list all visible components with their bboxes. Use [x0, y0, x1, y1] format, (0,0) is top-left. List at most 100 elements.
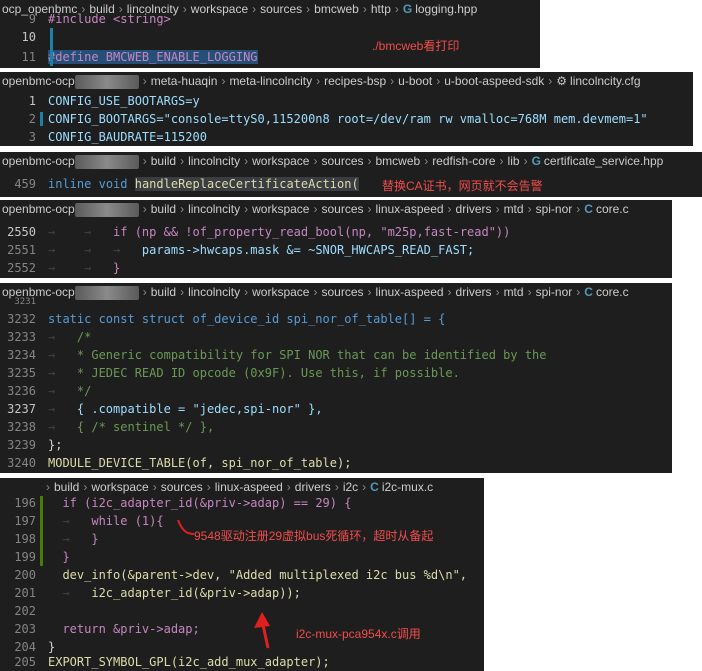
- line-number: 2: [28, 112, 36, 126]
- c-file-icon: C: [584, 202, 593, 216]
- chevron-right-icon: ›: [313, 154, 318, 168]
- breadcrumb-file[interactable]: core.c: [596, 202, 629, 216]
- annotation-note: ./bmcweb看打印: [372, 39, 460, 53]
- editor-panel-certificate: openbmc-ocp › build › lincolncity › workspace ›…: [0, 152, 702, 197]
- code-line[interactable]: 3236 → */: [0, 382, 672, 400]
- chevron-right-icon: ›: [548, 74, 553, 88]
- chevron-right-icon: ›: [523, 154, 528, 168]
- line-number: 3238: [7, 420, 36, 434]
- code-line[interactable]: 3235 → * JEDEC READ ID opcode (0x9F). Use…: [0, 364, 672, 382]
- chevron-right-icon: ›: [527, 202, 532, 216]
- breadcrumb-item[interactable]: build: [151, 154, 176, 168]
- line-number: 3240: [7, 456, 36, 470]
- code-line[interactable]: 3233 → /*: [0, 328, 672, 346]
- breadcrumb-item[interactable]: spi-nor: [536, 202, 573, 216]
- breadcrumb-item[interactable]: lib: [508, 154, 520, 168]
- breadcrumb-item[interactable]: redfish-core: [432, 154, 495, 168]
- chevron-right-icon: ›: [313, 202, 318, 216]
- redacted-block: [74, 202, 139, 217]
- line-number: 3239: [7, 438, 36, 452]
- breadcrumb-item[interactable]: u-boot: [398, 74, 432, 88]
- code-text: if (np && !of_property_read_bool(np, "m2…: [113, 225, 511, 239]
- code-comment: * Generic compatibility for SPI NOR that…: [76, 348, 547, 362]
- code-line[interactable]: 1 CONFIG_USE_BOOTARGS=y: [0, 92, 693, 110]
- breadcrumb-item[interactable]: openbmc-ocp: [2, 202, 75, 216]
- annotation-arrows: [177, 519, 270, 649]
- chevron-right-icon: ›: [499, 154, 504, 168]
- line-number: 3234: [7, 348, 36, 362]
- breadcrumb-item[interactable]: lincolncity: [188, 154, 240, 168]
- code-text: #include <string>: [48, 12, 171, 26]
- code-text: CONFIG_BAUDRATE=115200: [48, 130, 207, 144]
- editor-panel-i2c-mux: › build › workspace › sources › linux-aspeed › dr…: [0, 478, 484, 671]
- code-text: CONFIG_USE_BOOTARGS=y: [48, 94, 200, 108]
- code-line[interactable]: 3231: [0, 297, 672, 307]
- code-comment: */: [76, 384, 92, 398]
- arrow-up-icon: [254, 612, 270, 628]
- code-line[interactable]: 2 CONFIG_BOOTARGS="console=ttyS0,115200n8…: [0, 110, 693, 128]
- chevron-right-icon: ›: [367, 154, 372, 168]
- chevron-right-icon: ›: [244, 202, 249, 216]
- code-line[interactable]: 2550 → → if (np && !of_property_read_bool…: [0, 223, 672, 241]
- chevron-right-icon: ›: [142, 74, 147, 88]
- breadcrumb-item[interactable]: mtd: [504, 202, 524, 216]
- line-number: 10: [21, 30, 36, 44]
- breadcrumb-item[interactable]: u-boot-aspeed-sdk: [444, 74, 544, 88]
- code-line[interactable]: 3238 → { /* sentinel */ },: [0, 418, 672, 436]
- breadcrumb: openbmc-ocp › build › lincolncity › workspace ›…: [0, 200, 672, 218]
- code-line[interactable]: 3 CONFIG_BAUDRATE=115200: [0, 128, 693, 146]
- code-line[interactable]: 3240 MODULE_DEVICE_TABLE(of, spi_nor_of_t…: [0, 454, 672, 472]
- chevron-right-icon: ›: [142, 154, 147, 168]
- breadcrumb: openbmc-ocp › build › lincolncity › workspace ›…: [0, 152, 702, 170]
- breadcrumb-item[interactable]: openbmc-ocp: [2, 154, 75, 168]
- editor-panel-uboot-cfg: openbmc-ocp › meta-huaqin › meta-lincolncity…: [0, 72, 693, 146]
- breadcrumb-item[interactable]: drivers: [456, 202, 492, 216]
- code-comment: * JEDEC READ ID opcode (0x9F). Use this,…: [76, 366, 460, 380]
- breadcrumb-item[interactable]: meta-lincolncity: [229, 74, 312, 88]
- line-number: 3236: [7, 384, 36, 398]
- redacted-block: [74, 74, 139, 89]
- gear-icon: ⚙: [556, 74, 568, 88]
- chevron-right-icon: ›: [447, 202, 452, 216]
- breadcrumb-item[interactable]: meta-huaqin: [151, 74, 218, 88]
- line-number: 3237: [7, 402, 36, 416]
- line-number: 9: [28, 12, 36, 26]
- chevron-right-icon: ›: [221, 74, 226, 88]
- code-line[interactable]: 459 inline void handleReplaceCertificateA…: [0, 175, 702, 193]
- code-comment: { /* sentinel */ },: [76, 420, 215, 434]
- breadcrumb: openbmc-ocp › meta-huaqin › meta-lincolncity…: [0, 72, 693, 90]
- breadcrumb-item[interactable]: build: [151, 202, 176, 216]
- breadcrumb-item[interactable]: lincolncity: [188, 202, 240, 216]
- code-text: MODULE_DEVICE_TABLE(of, spi_nor_of_table…: [48, 456, 352, 470]
- code-line[interactable]: 9 #include <string>: [0, 10, 540, 28]
- breadcrumb-item[interactable]: workspace: [252, 202, 309, 216]
- chevron-right-icon: ›: [576, 202, 581, 216]
- breadcrumb-item[interactable]: sources: [321, 202, 363, 216]
- breadcrumb-file[interactable]: certificate_service.hpp: [544, 154, 663, 168]
- editor-panel-logging: ocp_openbmc › build › lincolncity › workspace ›…: [0, 0, 540, 68]
- breadcrumb-item[interactable]: workspace: [252, 154, 309, 168]
- code-line[interactable]: 3237 → { .compatible = "jedec,spi-nor" },: [0, 400, 672, 418]
- breadcrumb-item[interactable]: bmcweb: [376, 154, 421, 168]
- code-line[interactable]: 3239};: [0, 436, 672, 454]
- breadcrumb-item[interactable]: sources: [321, 154, 363, 168]
- line-number: 2551: [7, 243, 36, 257]
- editor-panel-spi-nor-table: openbmc-ocp › build › lincolncity › workspace ›…: [0, 283, 672, 473]
- line-number: 2552: [7, 261, 36, 275]
- line-number: 3232: [7, 312, 36, 326]
- code-comment: /*: [76, 330, 92, 344]
- breadcrumb-file[interactable]: lincolncity.cfg: [570, 74, 640, 88]
- code-text: params->hwcaps.mask &= ~SNOR_HWCAPS_READ…: [141, 243, 475, 257]
- code-line[interactable]: 2552 → → }: [0, 259, 672, 277]
- code-function: handleReplaceCertificateAction(: [134, 177, 359, 191]
- breadcrumb-item[interactable]: openbmc-ocp: [2, 74, 75, 88]
- code-line[interactable]: 2551 → → → params->hwcaps.mask &= ~SNOR_H…: [0, 241, 672, 259]
- code-text: }: [113, 261, 121, 275]
- breadcrumb-item[interactable]: linux-aspeed: [376, 202, 444, 216]
- chevron-right-icon: ›: [180, 202, 185, 216]
- code-line[interactable]: 3232 static const struct of_device_id spi…: [0, 310, 672, 328]
- line-number: 2550: [7, 225, 36, 239]
- code-line[interactable]: 3234 → * Generic compatibility for SPI NO…: [0, 346, 672, 364]
- breadcrumb-item[interactable]: recipes-bsp: [324, 74, 386, 88]
- chevron-right-icon: ›: [316, 74, 321, 88]
